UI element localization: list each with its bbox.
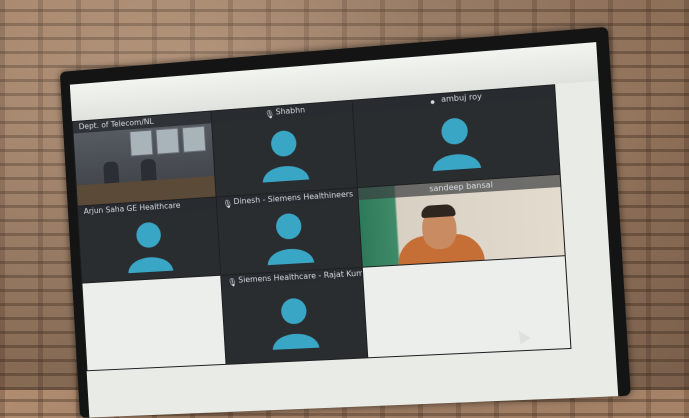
participant-tile-blank-right[interactable]	[361, 255, 572, 359]
participant-name: Shabhn	[275, 105, 306, 117]
participant-tile-room[interactable]: Dept. of Telecom/NL	[71, 110, 218, 208]
monitor-bezel: Dept. of Telecom/NL 🎙 Shabhn ⏺ ambuj roy…	[59, 26, 631, 418]
participant-tile-arjun[interactable]: Arjun Saha GE Healthcare	[76, 196, 223, 285]
microphone-icon: 🎙	[227, 277, 238, 287]
participant-tile-rajat[interactable]: 🎙 Siemens Healthcare - Rajat Kumar	[220, 266, 370, 365]
microphone-icon: 🎙	[222, 198, 233, 209]
participant-tile-sandeep[interactable]: sandeep bansal	[356, 173, 566, 269]
video-call-screen: Dept. of Telecom/NL 🎙 Shabhn ⏺ ambuj roy…	[69, 42, 619, 418]
person-silhouette-icon	[127, 221, 174, 274]
participant-name: ambuj roy	[440, 91, 483, 104]
participant-tile-ambuj[interactable]: ⏺ ambuj roy	[351, 84, 561, 190]
participant-tile-dinesh[interactable]: 🎙 Dinesh - Siemens Healthineers	[215, 187, 364, 277]
mouse-pointer-icon	[513, 327, 531, 345]
participant-tile-blank-left[interactable]	[81, 274, 228, 372]
person-silhouette-icon	[431, 117, 482, 172]
wall-monitor: Dept. of Telecom/NL 🎙 Shabhn ⏺ ambuj roy…	[0, 0, 689, 418]
person-silhouette-icon	[271, 297, 320, 350]
video-camera-icon: ⏺	[430, 96, 435, 107]
participant-name: sandeep bansal	[429, 180, 494, 194]
person-silhouette-icon	[261, 130, 310, 183]
microphone-icon: 🎙	[264, 109, 275, 119]
person-silhouette-icon	[266, 212, 315, 266]
participant-tile-shabhn[interactable]: 🎙 Shabhn	[210, 99, 360, 199]
participant-grid: Dept. of Telecom/NL 🎙 Shabhn ⏺ ambuj roy…	[71, 81, 618, 418]
